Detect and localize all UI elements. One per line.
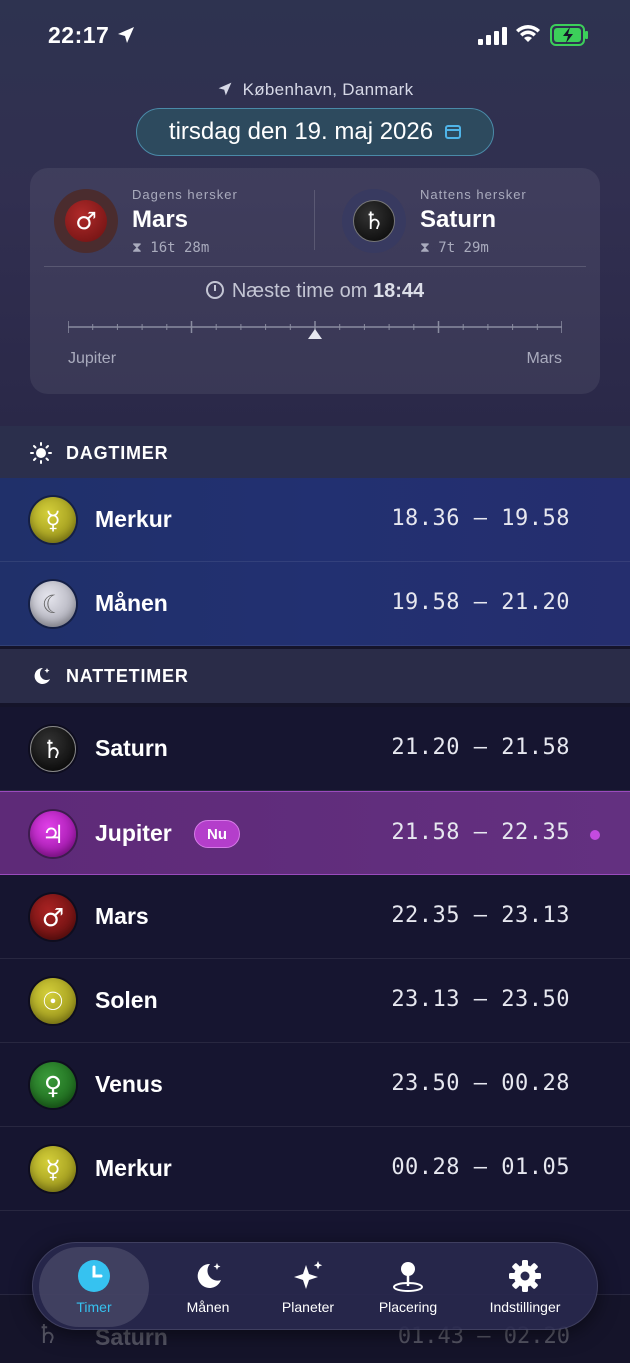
location-arrow-icon [218,82,232,96]
hour-range: 21.20 – 21.58 [391,735,570,760]
tab-indstillinger[interactable]: Indstillinger [463,1243,587,1331]
night-ruler-caption: Nattens hersker [420,186,527,202]
timer-icon [205,281,224,299]
day-ruler-name: Mars [132,205,189,233]
hour-range: 19.58 – 21.20 [391,590,570,615]
timeline-start-label: Jupiter [68,350,117,367]
hour-range: 23.50 – 00.28 [391,1071,570,1096]
hour-row[interactable]: ☿ Merkur 18.36 – 19.58 [0,478,630,562]
section-title: NATTETIMER [66,665,189,686]
next-hour-time: 18:44 [373,280,425,302]
night-ruler-name: Saturn [420,205,497,233]
night-ruler: ♄ Nattens hersker Saturn ⧗ 7t 29m [342,186,527,256]
location-text: København, Danmark [242,80,414,99]
night-ruler-duration: ⧗ 7t 29m [420,239,489,256]
tab-placering[interactable]: Placering [353,1243,463,1331]
moon-stars-icon [191,1259,225,1293]
mars-icon: ♂ [30,894,76,940]
sun-symbol-icon: ☉ [30,978,76,1024]
wifi-icon [516,25,540,42]
section-title: DAGTIMER [66,442,169,463]
hour-planet: Merkur [95,1155,172,1181]
day-ruler: ♂ Dagens hersker Mars ⧗ 16t 28m [54,186,238,256]
hourglass-icon: ⧗ [420,239,439,256]
date-text: tirsdag den 19. maj 2026 [168,118,434,145]
hour-row[interactable]: ♂ Mars 22.35 – 23.13 [0,875,630,959]
jupiter-icon: ♃ [30,811,76,857]
sparkles-icon [291,1259,325,1293]
hourglass-icon: ⧗ [132,239,151,256]
now-badge: Nu [194,820,240,848]
hour-range: 21.58 – 22.35 [391,820,570,845]
timeline-end-label: Mars [526,350,562,367]
tab-planeter[interactable]: Planeter [253,1243,363,1331]
moon-icon: ☾ [30,581,76,627]
hour-planet: Saturn [95,735,168,761]
tab-bar: Timer Månen Planeter Placering Indstilli… [32,1242,598,1330]
hour-range: 23.13 – 23.50 [391,987,570,1012]
gear-icon [508,1259,542,1293]
hour-range: 00.28 – 01.05 [391,1155,570,1180]
cellular-signal-icon [478,27,507,45]
hour-planet: Månen [95,590,168,616]
next-hour-label: Næste time om 18:44 [30,280,600,303]
saturn-icon: ♄ [353,200,395,242]
calendar-icon [445,125,462,139]
hour-row[interactable]: ☿ Merkur 00.28 – 01.05 [0,1127,630,1211]
sun-icon [30,442,52,464]
rulers-card: ♂ Dagens hersker Mars ⧗ 16t 28m ♄ Natten… [30,168,600,394]
hour-row-current[interactable]: ♃ Jupiter Nu 21.58 – 22.35 [0,791,630,875]
section-night-hours: NATTETIMER [0,649,630,703]
mars-badge: ♂ [54,189,118,253]
hour-planet: Merkur [95,506,172,532]
section-day-hours: DAGTIMER [0,426,630,480]
hour-range: 22.35 – 23.13 [391,903,570,928]
saturn-icon: ♄ [30,726,76,772]
hour-timeline [68,321,562,339]
hour-planet: Solen [95,987,158,1013]
day-ruler-caption: Dagens hersker [132,186,238,202]
hour-planet: Venus [95,1071,163,1097]
location-label[interactable]: København, Danmark [0,80,630,100]
mercury-icon: ☿ [30,497,76,543]
venus-icon: ♀ [30,1062,76,1108]
hour-planet: Mars [95,903,149,929]
mars-icon: ♂ [65,200,107,242]
map-pin-icon [391,1259,425,1293]
divider [314,190,315,250]
hour-row[interactable]: ♄ Saturn 21.20 – 21.58 [0,707,630,791]
saturn-badge: ♄ [342,189,406,253]
battery-charging-icon [550,24,588,46]
mercury-icon: ☿ [30,1146,76,1192]
location-arrow-icon [118,27,134,43]
hour-row[interactable]: ♀ Venus 23.50 – 00.28 [0,1043,630,1127]
timeline-marker [308,329,322,339]
hour-range: 18.36 – 19.58 [391,506,570,531]
date-picker-button[interactable]: tirsdag den 19. maj 2026 [136,108,494,156]
hour-planet: Jupiter [95,820,172,846]
moon-stars-icon [34,667,50,684]
day-ruler-duration: ⧗ 16t 28m [132,239,210,256]
status-bar: 22:17 [0,0,630,70]
tab-maanen[interactable]: Månen [153,1243,263,1331]
tab-timer[interactable]: Timer [39,1247,149,1327]
divider [44,266,586,267]
hour-row[interactable]: ☾ Månen 19.58 – 21.20 [0,562,630,646]
status-time: 22:17 [48,22,110,48]
clock-icon [77,1259,111,1293]
current-indicator-dot [590,830,600,840]
hour-row[interactable]: ☉ Solen 23.13 – 23.50 [0,959,630,1043]
